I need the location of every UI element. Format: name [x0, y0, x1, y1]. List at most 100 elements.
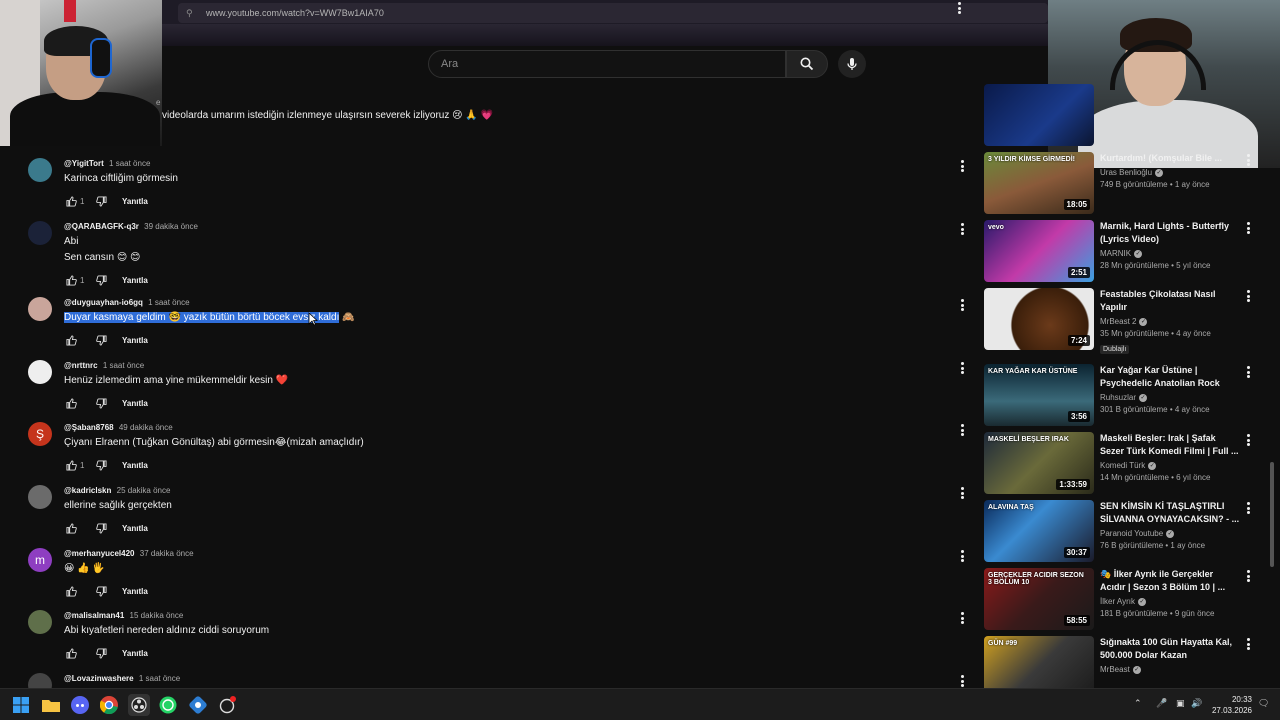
video-more-icon[interactable] — [1244, 500, 1252, 516]
video-more-icon[interactable] — [1244, 364, 1252, 380]
volume-icon[interactable]: 🔊 — [1191, 698, 1202, 709]
comment-time[interactable]: 49 dakika önce — [119, 423, 173, 432]
comment-more-icon[interactable] — [956, 485, 968, 501]
avatar[interactable] — [28, 297, 52, 321]
comment-time[interactable]: 37 dakika önce — [140, 549, 194, 558]
address-bar[interactable]: ⚲ www.youtube.com/watch?v=WW7Bw1AIA70 — [178, 3, 1048, 23]
site-info-icon[interactable]: ⚲ — [186, 8, 196, 18]
video-channel[interactable]: Ruhsuzlar — [1100, 393, 1136, 402]
dislike-icon[interactable] — [94, 194, 108, 208]
comment-time[interactable]: 1 saat önce — [139, 674, 180, 683]
video-item[interactable] — [984, 84, 1254, 146]
search-input[interactable]: Ara — [428, 50, 786, 78]
reply-button[interactable]: Yanıtla — [122, 461, 148, 470]
video-title[interactable]: Feastables Çikolatası Nasıl Yapılır — [1100, 288, 1240, 314]
start-icon[interactable] — [10, 694, 32, 716]
video-channel[interactable]: İlker Ayrık — [1100, 597, 1135, 606]
video-thumbnail[interactable]: 3 YILDIR KİMSE GİRMEDİ! 18:05 — [984, 152, 1094, 214]
comment-time[interactable]: 1 saat önce — [103, 361, 144, 370]
video-channel[interactable]: Komedi Türk — [1100, 461, 1145, 470]
reply-button[interactable]: Yanıtla — [122, 197, 148, 206]
dislike-icon[interactable] — [94, 521, 108, 535]
like-icon[interactable] — [64, 458, 78, 472]
sidebar-scrollbar[interactable] — [1270, 462, 1274, 567]
video-item[interactable]: GERÇEKLER ACIDIR SEZON 3 BÖLÜM 10 58:55 🎭… — [984, 568, 1254, 630]
notification-icon[interactable]: 🗨 — [1258, 698, 1269, 709]
comment-author[interactable]: @QARABAGFK-q3r — [64, 222, 139, 231]
comment-author[interactable]: @Lovazinwashere — [64, 674, 134, 683]
comment-author[interactable]: @nrttnrc — [64, 361, 98, 370]
comment-time[interactable]: 25 dakika önce — [117, 486, 171, 495]
video-thumbnail[interactable]: KAR YAĞAR KAR ÜSTÜNE 3:56 — [984, 364, 1094, 426]
reply-button[interactable]: Yanıtla — [122, 399, 148, 408]
comment-more-icon[interactable] — [956, 548, 968, 564]
video-item[interactable]: 7:24 Feastables Çikolatası Nasıl Yapılır… — [984, 288, 1254, 354]
comment-more-icon[interactable] — [953, 0, 965, 16]
video-title[interactable]: Maskeli Beşler: Irak | Şafak Sezer Türk … — [1100, 432, 1240, 458]
video-thumbnail[interactable]: MASKELİ BEŞLER IRAK 1:33:59 — [984, 432, 1094, 494]
comment-author[interactable]: @Şaban8768 — [64, 423, 114, 432]
video-thumbnail[interactable]: vevo 2:51 — [984, 220, 1094, 282]
video-title[interactable]: SEN KİMSİN Kİ TAŞLAŞTIRLI SİLVANNA OYNAY… — [1100, 500, 1240, 526]
comment-more-icon[interactable] — [956, 158, 968, 174]
video-title[interactable]: Sığınakta 100 Gün Hayatta Kal, 500.000 D… — [1100, 636, 1240, 662]
comment-more-icon[interactable] — [956, 610, 968, 626]
obs-icon[interactable] — [128, 694, 150, 716]
dislike-icon[interactable] — [94, 646, 108, 660]
video-channel[interactable]: Uras Benlioğlu — [1100, 168, 1152, 177]
comment-more-icon[interactable] — [956, 673, 968, 689]
whatsapp-icon[interactable] — [157, 694, 179, 716]
like-icon[interactable] — [64, 646, 78, 660]
video-thumbnail[interactable]: ALAVINA TAŞ 30:37 — [984, 500, 1094, 562]
dislike-icon[interactable] — [94, 396, 108, 410]
video-channel[interactable]: MrBeast — [1100, 665, 1130, 674]
video-channel[interactable]: Paranoid Youtube — [1100, 529, 1163, 538]
avatar[interactable]: Ş — [28, 422, 52, 446]
avatar[interactable]: m — [28, 548, 52, 572]
comment-time[interactable]: 1 saat önce — [148, 298, 189, 307]
video-thumbnail[interactable]: 7:24 — [984, 288, 1094, 350]
voice-search-button[interactable] — [838, 50, 866, 78]
chrome-icon[interactable] — [98, 694, 120, 716]
video-more-icon[interactable] — [1244, 220, 1252, 236]
network-icon[interactable]: ▣ — [1176, 698, 1185, 709]
dislike-icon[interactable] — [94, 584, 108, 598]
like-icon[interactable] — [64, 396, 78, 410]
comment-more-icon[interactable] — [956, 360, 968, 376]
system-clock[interactable]: 20:33 27.03.2026 — [1208, 694, 1252, 716]
like-icon[interactable] — [64, 521, 78, 535]
avatar[interactable] — [28, 221, 52, 245]
comment-more-icon[interactable] — [956, 297, 968, 313]
video-thumbnail[interactable]: GERÇEKLER ACIDIR SEZON 3 BÖLÜM 10 58:55 — [984, 568, 1094, 630]
video-more-icon[interactable] — [1244, 288, 1252, 304]
video-more-icon[interactable] — [1244, 152, 1252, 168]
reply-button[interactable]: Yanıtla — [122, 336, 148, 345]
dislike-icon[interactable] — [94, 458, 108, 472]
file-explorer-icon[interactable] — [40, 694, 62, 716]
notification-app-icon[interactable] — [216, 694, 238, 716]
tray-mic-icon[interactable]: 🎤 — [1156, 698, 1167, 709]
comment-author[interactable]: @kadriclskn — [64, 486, 111, 495]
comment-author[interactable]: @YigitTort — [64, 159, 104, 168]
video-thumbnail[interactable] — [984, 84, 1094, 146]
comment-more-icon[interactable] — [956, 221, 968, 237]
comment-time[interactable]: 1 saat önce — [109, 159, 150, 168]
dislike-icon[interactable] — [94, 273, 108, 287]
reply-button[interactable]: Yanıtla — [122, 587, 148, 596]
reply-button[interactable]: Yanıtla — [122, 649, 148, 658]
comment-author[interactable]: @duyguayhan-io6gq — [64, 298, 143, 307]
app-icon[interactable] — [187, 694, 209, 716]
comment-author[interactable]: @merhanyucel420 — [64, 549, 135, 558]
comment-time[interactable]: 39 dakika önce — [144, 222, 198, 231]
search-button[interactable] — [786, 50, 828, 78]
video-item[interactable]: ALAVINA TAŞ 30:37 SEN KİMSİN Kİ TAŞLAŞTIR… — [984, 500, 1254, 562]
video-item[interactable]: vevo 2:51 Marnik, Hard Lights - Butterfly… — [984, 220, 1254, 282]
avatar[interactable] — [28, 360, 52, 384]
like-icon[interactable] — [64, 333, 78, 347]
video-more-icon[interactable] — [1244, 432, 1252, 448]
comment-time[interactable]: 15 dakika önce — [130, 611, 184, 620]
video-channel[interactable]: MrBeast 2 — [1100, 317, 1136, 326]
video-item[interactable]: MASKELİ BEŞLER IRAK 1:33:59 Maskeli Beşle… — [984, 432, 1254, 494]
like-icon[interactable] — [64, 194, 78, 208]
video-item[interactable]: 3 YILDIR KİMSE GİRMEDİ! 18:05 Kurtardım! … — [984, 152, 1254, 214]
